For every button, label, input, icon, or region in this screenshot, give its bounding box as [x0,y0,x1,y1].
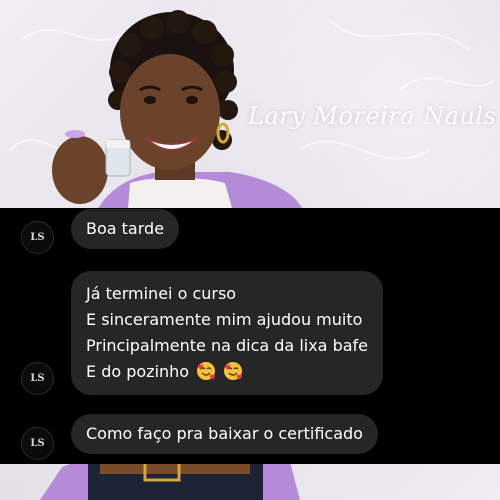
message-line-with-emoji: E do pozinho [86,359,368,385]
avatar-initials: LS [30,232,45,243]
brand-signature: Lary Moreira Nauls [248,102,497,130]
avatar-initials: LS [30,438,45,449]
message-bubble[interactable]: Boa tarde [71,209,180,249]
message-bubble[interactable]: Como faço pra baixar o certificado [71,414,378,454]
sender-avatar[interactable]: LS [21,427,54,460]
message-text: Já terminei o curso [86,284,237,303]
message-text: E do pozinho [86,362,190,381]
sender-avatar[interactable]: LS [21,221,54,254]
message-text: Boa tarde [86,219,165,238]
sender-avatar[interactable]: LS [21,362,54,395]
smiling-face-with-hearts-icon [197,362,216,380]
avatar-initials: LS [30,373,45,384]
message-text: E sinceramente mim ajudou muito [86,310,363,329]
message-bubble[interactable]: Já terminei o curso E sinceramente mim a… [71,271,384,395]
smiling-face-with-hearts-icon [224,362,243,380]
message-text: Como faço pra baixar o certificado [86,424,363,443]
message-text: Principalmente na dica da lixa bafe [86,336,369,355]
